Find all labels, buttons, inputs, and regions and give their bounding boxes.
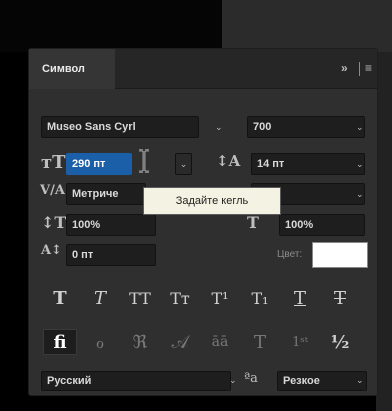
- antialias-field[interactable]: Резкое: [277, 371, 367, 391]
- superscript-button[interactable]: T¹: [203, 285, 237, 311]
- background-gray: [222, 0, 392, 52]
- vertical-scale-input[interactable]: 100%: [66, 214, 156, 236]
- antialias-value: Резкое: [283, 375, 320, 387]
- color-label: Цвет:: [277, 249, 303, 260]
- horizontal-scale-value: 100%: [285, 219, 314, 231]
- leading-dropdown-icon[interactable]: ⌄: [356, 159, 364, 170]
- font-size-icon: ᴛT: [41, 152, 66, 173]
- leading-icon: ↕A: [216, 152, 241, 170]
- size-tooltip: Задайте кегль: [143, 187, 281, 215]
- font-weight-dropdown-icon[interactable]: ⌄: [356, 122, 364, 133]
- strikethrough-button[interactable]: T: [323, 285, 357, 311]
- font-size-dropdown-icon[interactable]: ⌄: [175, 153, 192, 175]
- ordinals-button[interactable]: 1ˢᵗ: [283, 329, 317, 355]
- background-dark: [0, 0, 222, 52]
- font-size-value: 290 пт: [72, 158, 106, 170]
- antialias-dropdown-icon[interactable]: ⌄: [356, 375, 364, 386]
- baseline-shift-icon: A↕: [41, 243, 62, 258]
- ornaments-button[interactable]: T: [243, 329, 277, 355]
- background-edge: [376, 52, 392, 411]
- panel-header: Символ » ≡: [29, 49, 377, 89]
- baseline-shift-value: 0 пт: [72, 249, 94, 261]
- kerning-icon: V/A: [40, 183, 65, 198]
- font-family-value: Museo Sans Cyrl: [47, 121, 136, 133]
- antialias-icon: ªa: [244, 371, 258, 386]
- horizontal-scale-icon: T: [247, 213, 259, 232]
- vertical-scale-value: 100%: [72, 219, 101, 231]
- alternates-button[interactable]: 𝒜: [163, 329, 197, 355]
- small-caps-button[interactable]: Tᴛ: [163, 285, 197, 311]
- language-dropdown-icon[interactable]: ⌄: [229, 375, 237, 386]
- leading-value: 14 пт: [257, 158, 285, 170]
- font-family-field[interactable]: Museo Sans Cyrl: [41, 116, 199, 138]
- tab-label: Символ: [42, 63, 85, 75]
- discretionary-ligatures-button[interactable]: ℴ: [83, 329, 117, 355]
- horizontal-scale-input[interactable]: 100%: [279, 214, 365, 236]
- ibeam-cursor-icon: [139, 149, 149, 173]
- titling-button[interactable]: āā: [203, 329, 237, 355]
- tab-character[interactable]: Символ: [29, 49, 115, 89]
- baseline-shift-input[interactable]: 0 пт: [66, 244, 156, 266]
- subscript-button[interactable]: T₁: [243, 285, 277, 311]
- font-weight-field[interactable]: 700: [247, 116, 365, 138]
- all-caps-button[interactable]: TT: [123, 285, 157, 311]
- header-divider: [359, 62, 360, 76]
- expand-icon[interactable]: »: [341, 61, 348, 75]
- color-swatch[interactable]: [312, 242, 368, 268]
- leading-input[interactable]: 14 пт: [251, 153, 365, 175]
- tooltip-text: Задайте кегль: [175, 195, 249, 207]
- character-panel: Символ » ≡ Museo Sans Cyrl ⌄ 700 ⌄ ᴛT 29…: [28, 48, 378, 396]
- font-size-input[interactable]: 290 пт: [66, 153, 132, 175]
- faux-italic-button[interactable]: T: [83, 285, 117, 311]
- language-field[interactable]: Русский: [41, 371, 231, 391]
- fractions-button[interactable]: ½: [323, 329, 357, 355]
- swash-button[interactable]: ℜ: [123, 329, 157, 355]
- kerning-value: Метриче: [72, 188, 119, 200]
- ligatures-button[interactable]: fi: [43, 329, 77, 355]
- vertical-scale-icon: ↕T: [41, 213, 67, 232]
- language-value: Русский: [47, 375, 92, 387]
- tracking-dropdown-icon[interactable]: ⌄: [356, 189, 364, 200]
- font-weight-value: 700: [253, 121, 272, 133]
- faux-bold-button[interactable]: T: [43, 285, 77, 311]
- font-family-dropdown-icon[interactable]: ⌄: [215, 122, 223, 133]
- underline-button[interactable]: T: [283, 285, 317, 311]
- panel-menu-icon[interactable]: ≡: [365, 61, 372, 75]
- kerning-field[interactable]: Метриче: [66, 183, 146, 205]
